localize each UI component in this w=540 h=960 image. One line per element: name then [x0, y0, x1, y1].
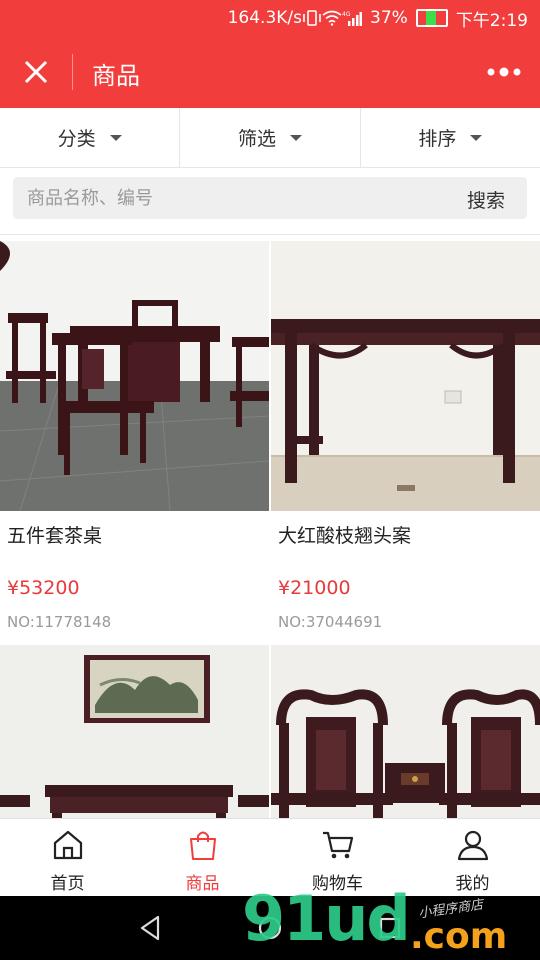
system-nav-bar [0, 896, 540, 960]
product-price: ¥53200 [7, 577, 80, 599]
back-icon[interactable] [136, 914, 164, 942]
tab-products[interactable]: 商品 [135, 819, 270, 897]
carved-chairs-photo [271, 645, 540, 818]
caret-down-icon [470, 134, 483, 141]
recent-apps-icon[interactable] [376, 914, 404, 942]
filter-category-label: 分类 [57, 128, 96, 150]
tab-cart[interactable]: 购物车 [270, 819, 405, 897]
tab-home-label: 首页 [50, 874, 85, 894]
bottom-tab-bar: 首页 商品 购物车 我的 [0, 818, 540, 897]
product-image[interactable] [0, 645, 269, 818]
vibrate-icon [303, 10, 321, 26]
tab-cart-label: 购物车 [312, 874, 363, 894]
filter-category-dropdown[interactable]: 分类 [0, 108, 181, 167]
product-number: NO:11778148 [7, 613, 112, 631]
filter-bar: 分类 筛选 排序 [0, 108, 540, 168]
signal-icon: 4G [342, 11, 363, 26]
desk-with-painting-photo [0, 645, 269, 818]
page-title: 商品 [92, 62, 140, 90]
product-image[interactable] [271, 645, 540, 818]
filter-sort-label: 排序 [418, 128, 457, 150]
filter-screen-label: 筛选 [237, 128, 276, 150]
app-header: 商品 [0, 36, 540, 108]
product-grid: 五件套茶桌 ¥53200 NO:11778148 大红酸枝翘头案 ¥21000 … [0, 240, 540, 818]
battery-percent: 37% [370, 8, 408, 28]
tab-profile-label: 我的 [455, 874, 490, 894]
close-icon[interactable] [18, 54, 54, 90]
cart-icon [322, 831, 353, 859]
battery-icon [415, 9, 448, 27]
tab-profile[interactable]: 我的 [405, 819, 540, 897]
caret-down-icon [109, 134, 122, 141]
home-circle-icon[interactable] [256, 914, 284, 942]
console-table-photo [271, 241, 540, 511]
filter-screen-dropdown[interactable]: 筛选 [180, 108, 361, 167]
home-icon [53, 830, 82, 860]
network-speed: 164.3K/s [227, 8, 303, 28]
network-type: 4G [342, 11, 351, 18]
product-name[interactable]: 大红酸枝翘头案 [278, 521, 411, 548]
clock: 下午2:19 [455, 10, 528, 31]
tab-home[interactable]: 首页 [0, 819, 135, 897]
filter-sort-dropdown[interactable]: 排序 [361, 108, 540, 167]
header-divider [72, 54, 73, 90]
product-image[interactable] [271, 241, 540, 511]
search-box: 搜索 [13, 177, 527, 219]
wifi-icon [322, 10, 342, 26]
product-image[interactable] [0, 241, 269, 511]
search-input[interactable] [27, 177, 427, 219]
search-button[interactable]: 搜索 [467, 186, 505, 213]
product-name[interactable]: 五件套茶桌 [7, 521, 102, 548]
tab-products-label: 商品 [185, 874, 220, 894]
user-icon [457, 830, 488, 861]
caret-down-icon [290, 134, 302, 141]
product-price: ¥21000 [278, 577, 351, 599]
tea-table-set-photo [0, 241, 269, 511]
status-bar: 164.3K/s 4G 37% 下午2:19 [0, 0, 540, 36]
product-number: NO:37044691 [278, 613, 383, 631]
search-section: 搜索 [0, 168, 540, 235]
more-icon[interactable] [486, 64, 522, 80]
shopping-bag-icon [189, 831, 216, 860]
